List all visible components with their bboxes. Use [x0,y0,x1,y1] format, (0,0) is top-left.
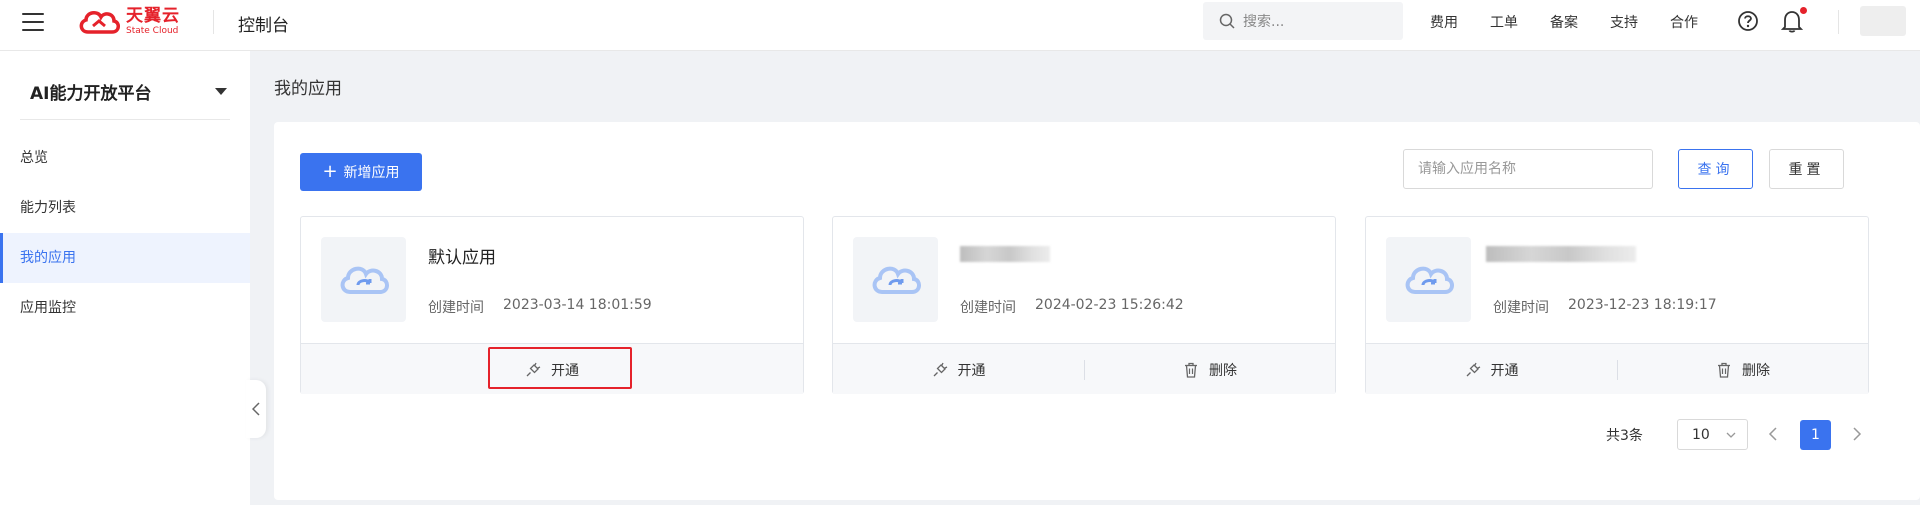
delete-button[interactable]: 删除 [1618,344,1868,395]
global-search[interactable]: 搜索... [1203,2,1403,40]
query-button[interactable]: 查询 [1678,149,1753,189]
nav-filing[interactable]: 备案 [1550,12,1578,32]
search-placeholder: 搜索... [1243,14,1285,30]
cloud-logo-icon [79,11,120,34]
created-time: 2023-12-23 18:19:17 [1568,297,1717,313]
sidebar: AI能力开放平台 总览 能力列表 我的应用 应用监控 [0,51,250,505]
search-icon [1219,13,1235,29]
chevron-down-icon [1726,432,1736,438]
delete-label: 删除 [1209,362,1237,379]
app-card: 创建时间 2024-02-23 15:26:42 开通 删除 [832,216,1336,394]
sidebar-item-app-monitor[interactable]: 应用监控 [0,283,250,333]
plug-icon [933,362,947,376]
chevron-left-icon [252,402,260,416]
page-size-select[interactable]: 10 [1677,419,1748,450]
logo[interactable]: 天翼云 State Cloud [76,7,180,37]
bell-icon[interactable] [1781,9,1803,33]
created-label: 创建时间 [1493,300,1549,316]
logo-cn: 天翼云 [126,6,180,26]
logo-en: State Cloud [126,26,179,36]
sidebar-divider [20,119,230,120]
top-header: 天翼云 State Cloud 控制台 搜索... 费用 工单 备案 支持 合作 [0,0,1920,51]
plug-icon [526,362,541,376]
nav-fees[interactable]: 费用 [1430,12,1458,32]
total-count: 共3条 [1606,428,1643,444]
reset-button[interactable]: 重置 [1769,149,1844,189]
app-icon [1386,237,1471,322]
created-label: 创建时间 [960,300,1016,316]
platform-title[interactable]: AI能力开放平台 [30,79,151,104]
app-name-blurred [960,246,1050,262]
open-button[interactable]: 开通 [1366,344,1617,395]
sidebar-item-capability-list[interactable]: 能力列表 [0,183,250,233]
trash-icon [1718,362,1730,378]
caret-down-icon[interactable] [215,88,227,95]
page-title: 我的应用 [274,79,342,99]
nav-tickets[interactable]: 工单 [1490,12,1518,32]
app-name-blurred [1486,246,1636,262]
open-label: 开通 [957,362,986,379]
sidebar-item-overview[interactable]: 总览 [0,133,250,183]
cloud-sync-icon [1405,266,1454,294]
menu-icon[interactable] [22,13,44,31]
next-page-icon[interactable] [1850,425,1864,443]
cloud-sync-icon [340,266,389,294]
open-label: 开通 [1490,362,1519,379]
open-label: 开通 [551,362,579,379]
add-app-label: 新增应用 [343,165,400,181]
app-name-input[interactable] [1403,149,1653,189]
avatar[interactable] [1860,6,1906,36]
created-time: 2024-02-23 15:26:42 [1035,297,1184,313]
add-app-button[interactable]: + 新增应用 [300,153,422,191]
app-card: 默认应用 创建时间 2023-03-14 18:01:59 开通 [300,216,804,394]
open-button[interactable]: 开通 [301,344,803,395]
console-title[interactable]: 控制台 [238,11,289,36]
notification-dot [1800,7,1807,14]
prev-page-icon[interactable] [1766,425,1780,443]
plug-icon [1466,362,1480,376]
plus-icon: + [322,161,338,182]
sidebar-collapse-button[interactable] [246,380,266,438]
open-button[interactable]: 开通 [833,344,1084,395]
app-name: 默认应用 [428,248,496,268]
page-size-value: 10 [1692,426,1710,443]
created-label: 创建时间 [428,300,484,316]
card-actions: 开通 删除 [1366,343,1868,394]
nav-cooperation[interactable]: 合作 [1670,12,1698,32]
header-divider [213,10,214,34]
app-card: 创建时间 2023-12-23 18:19:17 开通 删除 [1365,216,1869,394]
sidebar-item-my-apps[interactable]: 我的应用 [0,233,250,283]
trash-icon [1185,362,1197,378]
nav-support[interactable]: 支持 [1610,12,1638,32]
delete-button[interactable]: 删除 [1085,344,1335,395]
app-icon [321,237,406,322]
card-actions: 开通 [301,343,803,394]
cloud-sync-icon [872,266,921,294]
app-icon [853,237,938,322]
card-actions: 开通 删除 [833,343,1335,394]
created-time: 2023-03-14 18:01:59 [503,297,652,313]
page-1-button[interactable]: 1 [1800,420,1831,450]
delete-label: 删除 [1742,362,1770,379]
header-divider-2 [1838,10,1839,34]
help-icon[interactable] [1737,10,1759,32]
